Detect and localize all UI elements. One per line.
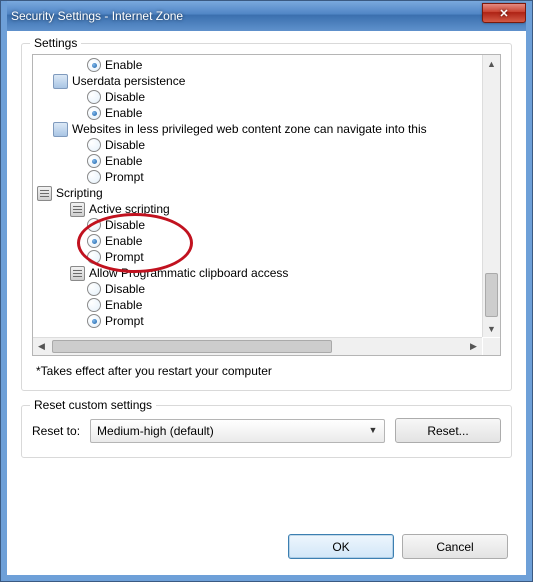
tree-label: Enable: [105, 105, 142, 121]
radio-icon[interactable]: [87, 106, 101, 120]
chevron-down-icon: ▼: [366, 423, 380, 437]
tree-row[interactable]: Enable: [33, 297, 482, 313]
radio-icon[interactable]: [87, 250, 101, 264]
vertical-scrollbar[interactable]: ▲ ▼: [482, 55, 500, 337]
tree-row[interactable]: Disable: [33, 217, 482, 233]
tree-row[interactable]: Disable: [33, 281, 482, 297]
tree-label: Prompt: [105, 169, 144, 185]
reset-legend: Reset custom settings: [30, 398, 156, 412]
dialog-buttons: OK Cancel: [288, 534, 508, 559]
tree-row[interactable]: Disable: [33, 137, 482, 153]
scroll-right-button[interactable]: ▶: [465, 338, 482, 355]
tree-row: Userdata persistence: [33, 73, 482, 89]
scroll-down-button[interactable]: ▼: [483, 320, 500, 337]
tree-label: Disable: [105, 217, 145, 233]
tree-label: Enable: [105, 297, 142, 313]
tree-label: Allow Programmatic clipboard access: [89, 265, 288, 281]
scroll-corner: [483, 338, 500, 355]
tree-row: Websites in less privileged web content …: [33, 121, 482, 137]
tree-label: Disable: [105, 137, 145, 153]
reset-label: Reset to:: [32, 424, 80, 438]
tree-label: Active scripting: [89, 201, 170, 217]
cancel-button[interactable]: Cancel: [402, 534, 508, 559]
ok-button[interactable]: OK: [288, 534, 394, 559]
restart-note: *Takes effect after you restart your com…: [36, 364, 501, 378]
setting-group-icon: [53, 74, 68, 89]
settings-tree-content[interactable]: EnableUserdata persistenceDisableEnableW…: [33, 55, 482, 337]
tree-row[interactable]: Enable: [33, 153, 482, 169]
tree-label: Enable: [105, 57, 142, 73]
tree-row: Active scripting: [33, 201, 482, 217]
radio-icon[interactable]: [87, 234, 101, 248]
reset-group: Reset custom settings Reset to: Medium-h…: [21, 405, 512, 458]
reset-button[interactable]: Reset...: [395, 418, 501, 443]
tree-row: Allow Programmatic clipboard access: [33, 265, 482, 281]
tree-row[interactable]: Prompt: [33, 169, 482, 185]
titlebar[interactable]: Security Settings - Internet Zone ✕: [1, 1, 532, 31]
tree-label: Websites in less privileged web content …: [72, 121, 427, 137]
security-settings-dialog: Security Settings - Internet Zone ✕ Sett…: [0, 0, 533, 582]
setting-group-icon: [53, 122, 68, 137]
tree-label: Disable: [105, 281, 145, 297]
tree-row[interactable]: Prompt: [33, 249, 482, 265]
radio-icon[interactable]: [87, 90, 101, 104]
radio-icon[interactable]: [87, 298, 101, 312]
settings-legend: Settings: [30, 36, 81, 50]
client-area: Settings EnableUserdata persistenceDisab…: [7, 31, 526, 575]
scroll-left-button[interactable]: ◀: [33, 338, 50, 355]
horizontal-scrollbar[interactable]: ◀ ▶: [33, 337, 482, 355]
radio-icon[interactable]: [87, 154, 101, 168]
tree-label: Scripting: [56, 185, 103, 201]
tree-row: Scripting: [33, 185, 482, 201]
tree-row[interactable]: Prompt: [33, 313, 482, 329]
settings-group: Settings EnableUserdata persistenceDisab…: [21, 43, 512, 391]
close-icon: ✕: [499, 7, 508, 20]
window-title: Security Settings - Internet Zone: [11, 9, 183, 23]
script-icon: [70, 202, 85, 217]
hscroll-thumb[interactable]: [52, 340, 332, 353]
close-button[interactable]: ✕: [482, 3, 526, 23]
radio-icon[interactable]: [87, 282, 101, 296]
tree-label: Prompt: [105, 313, 144, 329]
tree-row[interactable]: Enable: [33, 233, 482, 249]
category-icon: [37, 186, 52, 201]
tree-label: Userdata persistence: [72, 73, 185, 89]
reset-level-combobox[interactable]: Medium-high (default) ▼: [90, 419, 385, 443]
radio-icon[interactable]: [87, 170, 101, 184]
tree-row[interactable]: Enable: [33, 57, 482, 73]
tree-row[interactable]: Disable: [33, 89, 482, 105]
settings-tree: EnableUserdata persistenceDisableEnableW…: [32, 54, 501, 356]
vscroll-thumb[interactable]: [485, 273, 498, 317]
script-icon: [70, 266, 85, 281]
tree-row[interactable]: Enable: [33, 105, 482, 121]
tree-label: Prompt: [105, 249, 144, 265]
radio-icon[interactable]: [87, 58, 101, 72]
tree-label: Enable: [105, 153, 142, 169]
radio-icon[interactable]: [87, 314, 101, 328]
radio-icon[interactable]: [87, 218, 101, 232]
tree-label: Enable: [105, 233, 142, 249]
radio-icon[interactable]: [87, 138, 101, 152]
reset-level-value: Medium-high (default): [97, 424, 214, 438]
tree-label: Disable: [105, 89, 145, 105]
scroll-up-button[interactable]: ▲: [483, 55, 500, 72]
